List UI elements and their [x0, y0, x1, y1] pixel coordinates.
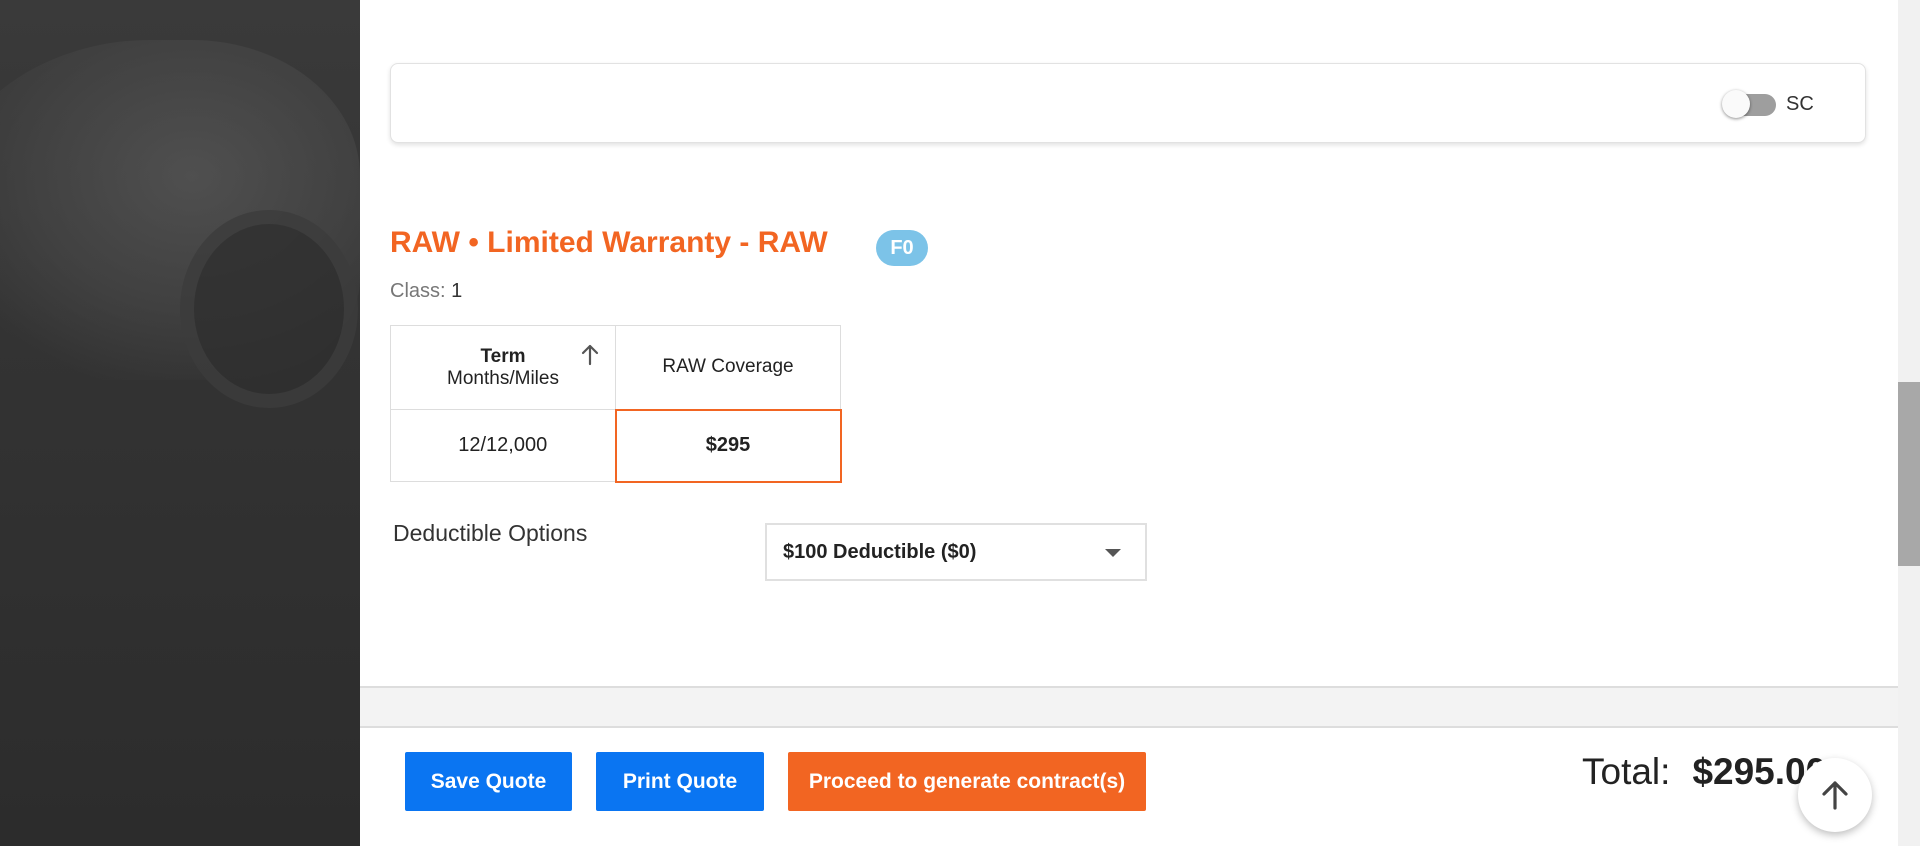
product-badge: F0 — [876, 230, 928, 266]
scrollbar-thumb[interactable] — [1898, 382, 1920, 566]
deductible-select[interactable]: $100 Deductible ($0) — [765, 523, 1147, 581]
class-value: 1 — [451, 280, 463, 302]
rates-table: Term Months/Miles RAW Coverage 12/12,000… — [390, 325, 842, 483]
term-header-subtitle: Months/Miles — [447, 367, 559, 389]
price-cell-selected[interactable]: $295 — [614, 408, 842, 483]
proceed-button[interactable]: Proceed to generate contract(s) — [788, 752, 1146, 811]
total-label: Total: — [1582, 751, 1671, 792]
sc-toggle-label: SC — [1786, 93, 1814, 115]
coverage-header: RAW Coverage — [615, 325, 841, 410]
section-gap — [360, 688, 1898, 728]
background-panel — [0, 0, 360, 846]
term-header[interactable]: Term Months/Miles — [390, 325, 616, 410]
background-car-wheel — [180, 210, 358, 408]
class-label: Class: — [390, 280, 446, 302]
toggle-knob[interactable] — [1722, 90, 1750, 118]
class-line: Class: 1 — [390, 280, 462, 303]
coverage-options-card — [390, 63, 1866, 143]
deductible-options-label: Deductible Options — [393, 520, 588, 546]
term-cell: 12/12,000 — [390, 409, 616, 482]
total-display: Total: $295.00 — [1582, 751, 1826, 793]
print-quote-button[interactable]: Print Quote — [596, 752, 764, 811]
product-title: RAW • Limited Warranty - RAW — [390, 226, 828, 259]
scroll-to-top-button[interactable] — [1798, 758, 1872, 832]
sc-toggle[interactable] — [1722, 90, 1776, 118]
sort-arrow-up-icon[interactable] — [581, 344, 599, 366]
caret-down-icon — [1105, 549, 1121, 557]
table-row: 12/12,000 $295 — [390, 408, 842, 483]
scroll-to-top-icon — [1822, 781, 1848, 810]
deductible-selected-value: $100 Deductible ($0) — [783, 540, 977, 563]
save-quote-button[interactable]: Save Quote — [405, 752, 572, 811]
